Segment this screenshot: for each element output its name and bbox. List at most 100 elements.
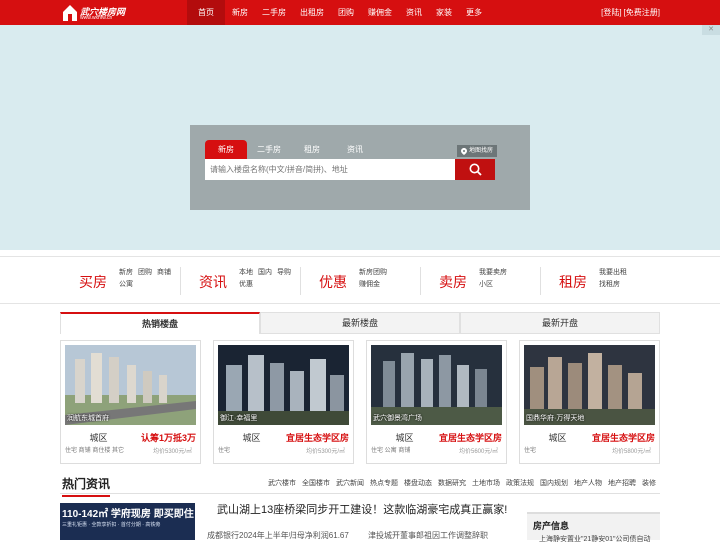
nav-rentals[interactable]: 出租房: [293, 0, 331, 25]
news-link[interactable]: 政策法规: [506, 478, 534, 488]
nav-second-hand[interactable]: 二手房: [255, 0, 293, 25]
map-search-label: 地图找房: [469, 148, 494, 154]
news-item[interactable]: 成都银行2024年上半年归母净利润61.67: [207, 530, 349, 541]
listing-card[interactable]: 御江·幸福里 城区 住宅 宜居生态学区房 均价5300元/㎡: [213, 340, 354, 464]
top-nav-bar: 武穴楼房网 www.wxhfw.cn 首页 新房 二手房 出租房 团购 赚佣金 …: [0, 0, 720, 25]
category-title[interactable]: 买房: [79, 272, 107, 292]
category-link[interactable]: 新房团购: [359, 267, 419, 279]
nav-new-homes[interactable]: 新房: [225, 0, 255, 25]
category-link[interactable]: 导购: [277, 267, 291, 279]
property-info-box: 房产信息 上海静安置业"21静安01"公司债自动: [527, 512, 660, 543]
news-link[interactable]: 装修: [642, 478, 656, 488]
listing-types: 住宅: [524, 448, 537, 454]
category-title[interactable]: 优惠: [319, 272, 347, 292]
listing-types: 住宅: [218, 448, 231, 454]
news-link[interactable]: 武穴新闻: [336, 478, 364, 488]
category-link[interactable]: 优惠: [239, 279, 253, 291]
category-title[interactable]: 卖房: [439, 272, 467, 292]
category-link[interactable]: 国内: [258, 267, 272, 279]
news-link[interactable]: 楼盘动态: [404, 478, 432, 488]
register-link[interactable]: [免费注册]: [624, 0, 660, 25]
listing-image[interactable]: 武穴御景湾广场: [371, 345, 502, 425]
category-link[interactable]: 我要出租: [599, 267, 659, 279]
site-logo[interactable]: 武穴楼房网 www.wxhfw.cn: [60, 2, 128, 23]
category-link[interactable]: 小区: [479, 279, 539, 291]
listing-district: 城区: [395, 433, 414, 443]
news-link[interactable]: 武穴楼市: [268, 478, 296, 488]
listing-promo: 认筹1万抵3万: [140, 433, 196, 443]
listing-card[interactable]: 武穴御景湾广场 城区 住宅 公寓 商铺 宜居生态学区房 均价5600元/㎡: [366, 340, 507, 464]
nav-more[interactable]: 更多: [459, 0, 489, 25]
news-link[interactable]: 国内规划: [540, 478, 568, 488]
listing-image[interactable]: 国鼎华府·万得天地: [524, 345, 655, 425]
listing-caption: 润航东城首府: [67, 415, 109, 422]
news-link[interactable]: 热点专题: [370, 478, 398, 488]
category-title[interactable]: 资讯: [199, 272, 227, 292]
news-category-links: 武穴楼市 全国楼市 武穴新闻 热点专题 楼盘动态 数据研究 土地市场 政策法规 …: [268, 478, 656, 488]
news-link[interactable]: 数据研究: [438, 478, 466, 488]
property-info-title: 房产信息: [533, 521, 570, 531]
listing-price: 均价5300元/㎡: [152, 449, 192, 455]
search-tab-news[interactable]: 资讯: [334, 140, 376, 159]
category-link[interactable]: 团购: [138, 267, 152, 279]
category-row: 买房 新房 团购 商铺 公寓 资讯 本地 国内 导购 优惠 优惠 新房团购 赚佣…: [0, 256, 720, 304]
listing-image[interactable]: 润航东城首府: [65, 345, 196, 425]
listing-district: 城区: [548, 433, 567, 443]
map-search-button[interactable]: 地图找房: [457, 145, 498, 157]
news-link[interactable]: 全国楼市: [302, 478, 330, 488]
tab-new-listings[interactable]: 最新楼盘: [260, 312, 460, 334]
news-link[interactable]: 地产招聘: [608, 478, 636, 488]
category-link[interactable]: 赚佣金: [359, 279, 419, 291]
nav-decoration[interactable]: 家装: [429, 0, 459, 25]
news-link[interactable]: 土地市场: [472, 478, 500, 488]
tab-new-openings[interactable]: 最新开盘: [460, 312, 660, 334]
category-title[interactable]: 租房: [559, 272, 587, 292]
nav-news[interactable]: 资讯: [399, 0, 429, 25]
category-link[interactable]: 本地: [239, 267, 253, 279]
category-link[interactable]: 我要卖房: [479, 267, 539, 279]
search-tab-new[interactable]: 新房: [205, 140, 247, 159]
ad-headline: 110-142㎡ 学府现房 即买即住: [62, 509, 194, 520]
news-section-title: 热门资讯: [62, 475, 111, 497]
logo-url: www.wxhfw.cn: [80, 15, 113, 21]
listing-promo: 宜居生态学区房: [591, 433, 655, 443]
ad-banner[interactable]: 110-142㎡ 学府现房 即买即住 三重礼钜惠 · 全款享折扣 · 首付分期 …: [60, 503, 195, 540]
search-panel: 新房 二手房 租房 资讯 地图找房: [190, 125, 530, 210]
listing-price: 均价5300元/㎡: [305, 449, 345, 455]
divider: [540, 267, 541, 295]
listing-caption: 武穴御景湾广场: [373, 415, 422, 422]
listing-card[interactable]: 润航东城首府 城区 住宅 商铺 商住楼 其它 认筹1万抵3万 均价5300元/㎡: [60, 340, 201, 464]
listing-promo: 宜居生态学区房: [438, 433, 502, 443]
category-link[interactable]: 新房: [119, 267, 133, 279]
map-pin-icon: [461, 147, 467, 155]
ad-subline: 三重礼钜惠 · 全款享折扣 · 首付分期 · 高铁旁: [62, 522, 161, 528]
login-link[interactable]: [登陆]: [601, 0, 621, 25]
tab-hot-listings[interactable]: 热销楼盘: [60, 312, 260, 334]
listing-tabs: 热销楼盘 最新楼盘 最新开盘: [60, 312, 660, 334]
search-tabs: 新房 二手房 租房 资讯: [205, 140, 377, 159]
listing-district: 城区: [89, 433, 108, 443]
nav-commission[interactable]: 赚佣金: [361, 0, 399, 25]
news-headline[interactable]: 武山湖上13座桥梁同步开工建设！这款临湖豪宅成真正赢家!: [217, 501, 507, 517]
category-link[interactable]: 找租房: [599, 279, 659, 291]
nav-group-buy[interactable]: 团购: [331, 0, 361, 25]
search-input[interactable]: [205, 159, 455, 180]
listing-types: 住宅 商铺 商住楼 其它: [65, 448, 125, 454]
news-header: 热门资讯 武穴楼市 全国楼市 武穴新闻 热点专题 楼盘动态 数据研究 土地市场 …: [60, 472, 660, 497]
close-icon[interactable]: ✕: [702, 25, 720, 35]
news-item[interactable]: 津投城开董事郎祖因工作调整辞职: [368, 530, 488, 541]
category-link[interactable]: 商铺: [157, 267, 171, 279]
search-tab-second-hand[interactable]: 二手房: [248, 140, 290, 159]
listing-district: 城区: [242, 433, 261, 443]
search-tab-rent[interactable]: 租房: [291, 140, 333, 159]
listing-image[interactable]: 御江·幸福里: [218, 345, 349, 425]
search-button[interactable]: [455, 159, 495, 180]
category-link[interactable]: 公寓: [119, 279, 133, 291]
nav-home[interactable]: 首页: [187, 0, 225, 25]
listing-price: 均价5800元/㎡: [611, 449, 651, 455]
listing-card[interactable]: 国鼎华府·万得天地 城区 住宅 宜居生态学区房 均价5800元/㎡: [519, 340, 660, 464]
listing-caption: 国鼎华府·万得天地: [526, 415, 585, 422]
news-link[interactable]: 地产人物: [574, 478, 602, 488]
listing-caption: 御江·幸福里: [220, 415, 258, 422]
property-info-item[interactable]: 上海静安置业"21静安01"公司债自动: [539, 534, 651, 544]
